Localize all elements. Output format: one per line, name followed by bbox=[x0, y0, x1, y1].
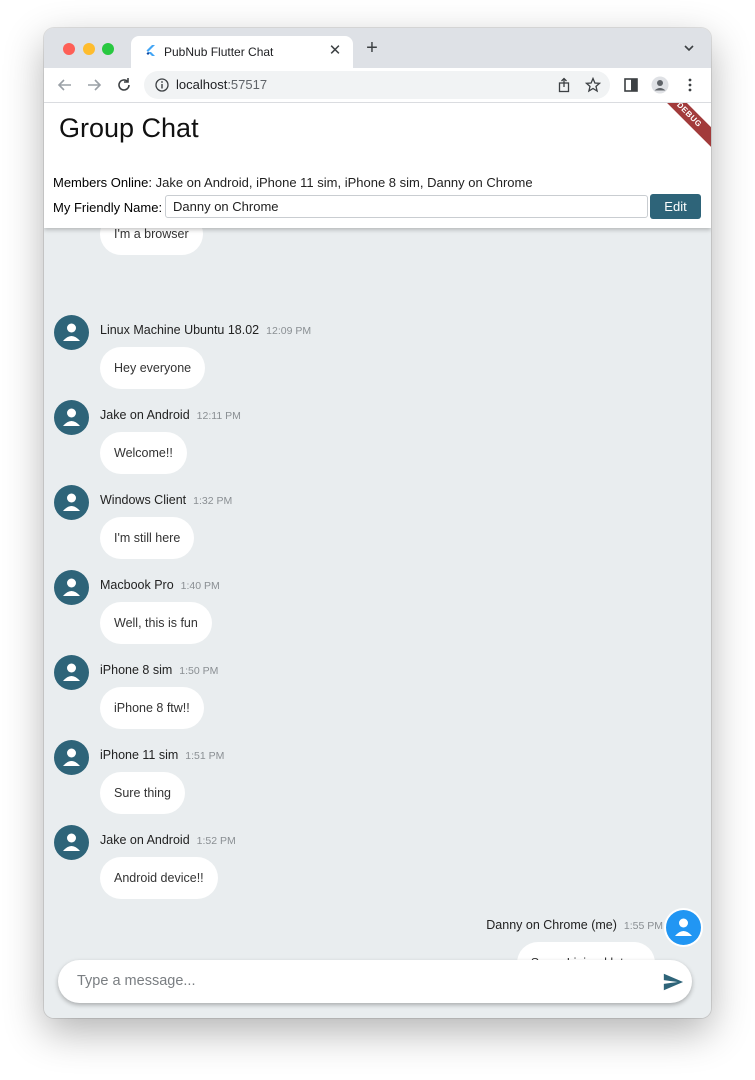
friendly-name-label: My Friendly Name: bbox=[53, 200, 163, 215]
browser-window: PubNub Flutter Chat ✕ + localhost:57517 … bbox=[44, 28, 711, 1018]
avatar bbox=[54, 315, 89, 350]
flutter-app: DEBUG Group Chat Members Online: Jake on… bbox=[44, 103, 711, 1018]
close-window-button[interactable] bbox=[63, 43, 75, 55]
tab-strip: PubNub Flutter Chat ✕ + bbox=[44, 28, 711, 68]
message-item: Macbook Pro 1:40 PM Well, this is fun bbox=[44, 570, 711, 655]
person-icon bbox=[675, 918, 692, 936]
app-bar: Group Chat Members Online: Jake on Andro… bbox=[44, 103, 711, 228]
tab-close-icon[interactable]: ✕ bbox=[325, 41, 345, 61]
reload-icon[interactable] bbox=[115, 76, 133, 94]
message-bubble: Hey everyone bbox=[100, 347, 206, 389]
tab-search-chevron-icon[interactable] bbox=[681, 40, 697, 56]
message-time: 1:40 PM bbox=[180, 580, 220, 592]
new-tab-icon[interactable]: + bbox=[362, 38, 382, 58]
more-menu-icon[interactable] bbox=[681, 76, 699, 94]
message-time: 12:09 PM bbox=[266, 325, 312, 337]
person-icon bbox=[63, 408, 80, 426]
url-text: localhost:57517 bbox=[176, 77, 268, 92]
message-item: Windows Client 1:32 PM I'm still here bbox=[44, 485, 711, 570]
members-value: Jake on Android, iPhone 11 sim, iPhone 8… bbox=[155, 175, 533, 190]
message-bubble: iPhone 8 ftw!! bbox=[100, 687, 204, 729]
address-bar[interactable]: localhost:57517 bbox=[144, 71, 610, 99]
message-time: 1:51 PM bbox=[185, 750, 225, 762]
flutter-icon bbox=[146, 45, 155, 56]
message-composer[interactable]: Type a message... bbox=[58, 960, 692, 1003]
message-time: 1:32 PM bbox=[193, 495, 233, 507]
message-sender: Linux Machine Ubuntu 18.02 12:09 PM bbox=[100, 323, 312, 337]
person-icon bbox=[63, 748, 80, 766]
message-bubble: Well, this is fun bbox=[100, 602, 212, 644]
message-time: 12:11 PM bbox=[196, 410, 241, 422]
site-info-icon[interactable] bbox=[155, 78, 169, 92]
edit-button[interactable]: Edit bbox=[650, 194, 701, 219]
person-icon bbox=[63, 663, 80, 681]
avatar bbox=[54, 400, 89, 435]
message-time: 1:55 PM bbox=[623, 920, 663, 932]
message-sender: Jake on Android 12:11 PM bbox=[100, 408, 241, 422]
person-icon bbox=[63, 578, 80, 596]
message-sender: Danny on Chrome (me) 1:55 PM bbox=[486, 918, 663, 932]
browser-tab[interactable]: PubNub Flutter Chat ✕ bbox=[131, 36, 353, 68]
side-panel-icon[interactable] bbox=[622, 76, 640, 94]
message-bubble: I'm still here bbox=[100, 517, 195, 559]
message-time: 1:50 PM bbox=[179, 665, 219, 677]
avatar bbox=[54, 740, 89, 775]
members-online: Members Online: Jake on Android, iPhone … bbox=[53, 175, 533, 190]
share-icon[interactable] bbox=[556, 77, 572, 93]
avatar bbox=[54, 570, 89, 605]
message-input[interactable]: Type a message... bbox=[77, 973, 195, 989]
tab-title: PubNub Flutter Chat bbox=[164, 45, 274, 59]
minimize-window-button[interactable] bbox=[83, 43, 95, 55]
page-title: Group Chat bbox=[59, 113, 199, 143]
profile-icon[interactable] bbox=[651, 76, 669, 94]
message-bubble: Android device!! bbox=[100, 857, 218, 899]
message-sender: iPhone 11 sim 1:51 PM bbox=[100, 748, 225, 762]
send-icon[interactable] bbox=[662, 971, 684, 993]
person-icon bbox=[63, 323, 80, 341]
message-sender: Jake on Android 1:52 PM bbox=[100, 833, 236, 847]
back-icon[interactable] bbox=[56, 76, 74, 94]
message-sender: iPhone 8 sim 1:50 PM bbox=[100, 663, 219, 677]
avatar bbox=[54, 485, 89, 520]
browser-toolbar: localhost:57517 bbox=[44, 68, 711, 103]
avatar bbox=[666, 910, 701, 945]
avatar bbox=[54, 825, 89, 860]
forward-icon[interactable] bbox=[85, 76, 103, 94]
message-item: iPhone 11 sim 1:51 PM Sure thing bbox=[44, 740, 711, 825]
message-item: iPhone 8 sim 1:50 PM iPhone 8 ftw!! bbox=[44, 655, 711, 740]
message-item: Jake on Android 1:52 PM Android device!! bbox=[44, 825, 711, 910]
maximize-window-button[interactable] bbox=[102, 43, 114, 55]
message-time: 1:52 PM bbox=[196, 835, 236, 847]
message-item: Linux Machine Ubuntu 18.02 12:09 PM Hey e… bbox=[44, 315, 711, 400]
message-bubble: Welcome!! bbox=[100, 432, 187, 474]
avatar bbox=[54, 655, 89, 690]
person-icon bbox=[63, 833, 80, 851]
person-icon bbox=[63, 493, 80, 511]
message-sender: Macbook Pro 1:40 PM bbox=[100, 578, 220, 592]
members-label: Members Online: bbox=[53, 175, 152, 190]
message-sender: Windows Client 1:32 PM bbox=[100, 493, 233, 507]
friendly-name-input[interactable]: Danny on Chrome bbox=[165, 195, 648, 218]
message-bubble: Sure thing bbox=[100, 772, 185, 814]
bookmark-star-icon[interactable] bbox=[585, 77, 601, 93]
message-item: Jake on Android 12:11 PM Welcome!! bbox=[44, 400, 711, 485]
